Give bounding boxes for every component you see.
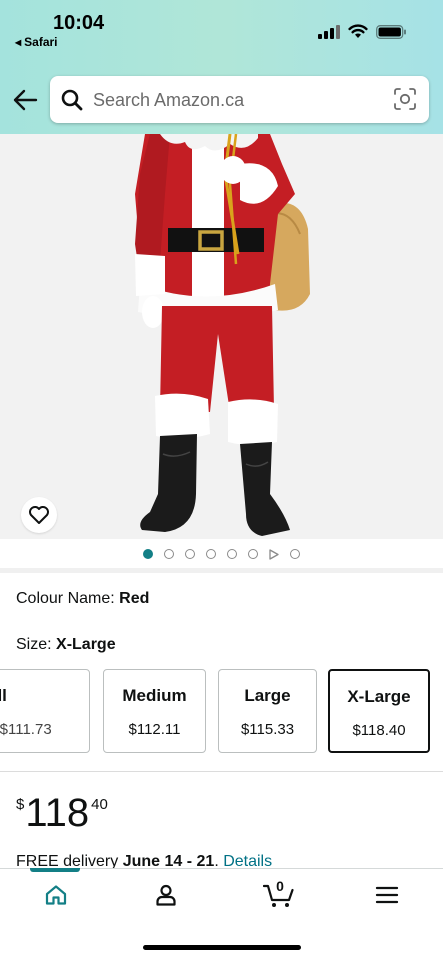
status-time: 10:04 xyxy=(53,12,105,34)
pagination-dot-5[interactable] xyxy=(227,549,237,559)
search-placeholder: Search Amazon.ca xyxy=(93,90,245,110)
colour-label: Colour Name: xyxy=(16,590,115,607)
pagination-dot-4[interactable] xyxy=(206,549,216,559)
size-option-medium[interactable]: Medium $112.11 xyxy=(103,669,206,753)
heart-icon xyxy=(29,506,49,524)
back-triangle-icon: ◀ xyxy=(15,37,22,47)
size-option-price: $118.40 xyxy=(352,722,406,739)
video-play-icon[interactable] xyxy=(269,548,279,560)
pagination-dot-1[interactable] xyxy=(143,549,153,559)
cellular-signal-icon xyxy=(318,24,340,39)
pagination-dot-6[interactable] xyxy=(248,549,258,559)
size-option-price: m $111.73 xyxy=(0,721,52,738)
home-icon xyxy=(45,885,67,905)
price-currency: $ xyxy=(16,796,25,813)
price-fraction: 40 xyxy=(91,796,108,813)
size-label: Size: xyxy=(16,636,52,653)
size-value: X-Large xyxy=(56,636,116,653)
size-row: Size: X-Large xyxy=(16,636,116,654)
section-divider xyxy=(0,568,443,573)
pagination-dot-8[interactable] xyxy=(290,549,300,559)
back-app-label: Safari xyxy=(24,35,58,49)
size-option-price: $115.33 xyxy=(240,721,295,738)
pagination-dot-3[interactable] xyxy=(185,549,195,559)
pagination-dot-2[interactable] xyxy=(164,549,174,559)
back-to-safari-link[interactable]: ◀ Safari xyxy=(15,35,58,49)
size-option-name: Medium xyxy=(122,686,187,705)
back-arrow-icon[interactable] xyxy=(12,88,38,112)
tab-menu[interactable] xyxy=(372,880,402,910)
home-indicator xyxy=(143,945,301,950)
tab-home[interactable] xyxy=(41,880,71,910)
person-icon xyxy=(156,884,176,906)
add-to-wishlist-button[interactable] xyxy=(21,497,57,533)
size-option-name: X-Large xyxy=(347,687,411,706)
size-option-small[interactable]: all m $111.73 xyxy=(0,669,90,753)
size-option-x-large[interactable]: X-Large $118.40 xyxy=(328,669,430,753)
size-option-price: $112.11 xyxy=(128,721,181,738)
search-icon xyxy=(61,89,83,111)
search-input[interactable]: Search Amazon.ca xyxy=(50,76,429,123)
colour-row: Colour Name: Red xyxy=(16,590,149,608)
santa-suit-illustration xyxy=(135,134,310,536)
size-option-large[interactable]: Large $115.33 xyxy=(218,669,317,753)
tab-account[interactable] xyxy=(151,880,181,910)
size-option-name: Large xyxy=(244,686,291,705)
wifi-icon xyxy=(348,24,368,38)
image-pagination xyxy=(0,540,443,568)
cart-count-badge: 0 xyxy=(276,878,284,894)
system-status-icons xyxy=(318,24,407,39)
battery-icon xyxy=(376,24,406,39)
product-image[interactable] xyxy=(0,134,443,539)
camera-search-icon[interactable] xyxy=(393,87,417,111)
price-whole: 118 xyxy=(25,791,90,835)
size-option-name: all xyxy=(0,686,7,705)
hamburger-menu-icon xyxy=(375,886,399,904)
divider xyxy=(0,771,443,772)
colour-value: Red xyxy=(119,590,150,607)
product-price: $ 118 40 xyxy=(16,790,108,836)
active-tab-indicator xyxy=(30,868,80,872)
